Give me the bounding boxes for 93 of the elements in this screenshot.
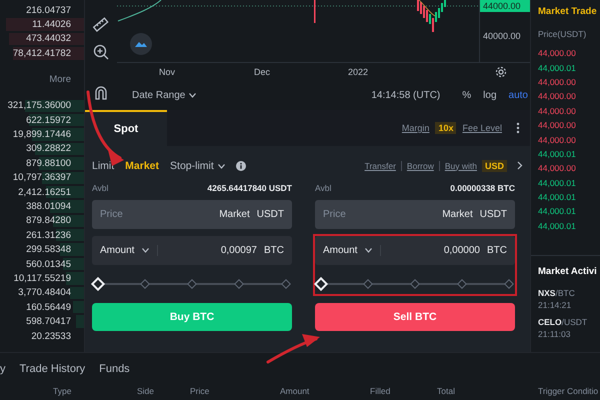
order-amount: 309.28822 — [26, 143, 71, 154]
column-header: Filled — [370, 386, 390, 396]
time-axis-label: Nov — [159, 67, 176, 77]
scale-option[interactable]: auto — [508, 90, 528, 101]
order-type-tab[interactable]: Stop-limit — [170, 160, 225, 172]
column-header: Price — [190, 386, 210, 396]
order-amount: 261.31236 — [26, 230, 71, 241]
trading-pair[interactable]: NXS/BTC — [538, 288, 575, 298]
caret-icon — [218, 164, 225, 168]
order-amount: 560.01345 — [26, 258, 71, 270]
settings-icon[interactable] — [495, 66, 507, 78]
trade-price: 44,000.00 — [538, 163, 576, 174]
activity-time: 21:11:03 — [538, 329, 570, 340]
caret-icon — [142, 248, 150, 253]
trade-price: 44,000.00 — [538, 120, 576, 130]
account-link[interactable]: Buy with — [444, 160, 477, 170]
order-amount: 10,797.36397 — [12, 172, 71, 184]
trade-price: 44,000.00 — [538, 134, 576, 145]
balance-value: 4265.64417840 USDT — [207, 183, 292, 193]
date-range-dropdown[interactable]: Date Range — [132, 90, 196, 101]
trade-price: 44,000.00 — [538, 106, 576, 116]
trading-pair[interactable]: CELO/USDT — [538, 317, 588, 328]
zoom-in-icon[interactable] — [92, 43, 110, 61]
account-link[interactable]: Fee Level — [462, 123, 502, 133]
trade-price: 44,000.01 — [538, 220, 576, 231]
chevron-right-icon[interactable] — [517, 161, 523, 170]
column-header: Total — [437, 386, 455, 396]
order-amount: 10,117.55219 — [14, 272, 71, 284]
column-header: Amount — [280, 386, 310, 396]
ruler-icon[interactable] — [92, 16, 110, 34]
trade-price: 44,000.00 — [538, 48, 576, 58]
trade-price: 44,000.01 — [538, 206, 576, 216]
price-axis-label: 40000.00 — [482, 30, 522, 42]
currency-badge: USD — [482, 160, 507, 172]
order-amount: 879.88100 — [26, 158, 71, 169]
history-tab[interactable]: Trade History — [20, 362, 86, 374]
account-link[interactable]: Transfer — [364, 160, 396, 170]
order-amount: 598.70417 — [26, 316, 71, 328]
column-header: Type — [53, 386, 72, 396]
column-header: Side — [137, 386, 154, 396]
order-amount: 388.01094 — [26, 200, 71, 212]
spot-tab[interactable]: Spot — [85, 110, 167, 146]
trade-price: 44,000.01 — [538, 178, 576, 188]
section-title: Market Activi — [538, 264, 598, 279]
history-tab[interactable]: y — [0, 362, 6, 374]
trade-price: 44,000.00 — [538, 91, 576, 102]
order-amount: 11.44026 — [32, 19, 71, 30]
time-axis-label: Dec — [254, 67, 270, 77]
scale-option[interactable]: % — [462, 90, 472, 101]
balance-value: 0.00000338 BTC — [450, 183, 515, 193]
clock-time: 14:14:58 (UTC) — [371, 90, 440, 101]
order-amount: 20.23533 — [31, 330, 71, 342]
chart-logo-icon — [130, 33, 152, 55]
order-amount: 473.44032 — [26, 33, 71, 44]
order-amount: 622.15972 — [26, 114, 71, 126]
amount-field[interactable]: Amount 0,00000 BTC — [315, 236, 515, 265]
account-link[interactable]: Borrow — [406, 160, 434, 170]
caret-icon — [365, 248, 372, 253]
order-amount: 321,175.36000 — [8, 100, 71, 112]
history-tab[interactable]: Funds — [99, 362, 130, 374]
price-field[interactable]: Price Market USDT — [92, 200, 292, 229]
arrow-annotation — [266, 334, 320, 364]
more-options-icon[interactable] — [516, 122, 520, 134]
time-axis-label: 2022 — [348, 67, 368, 77]
section-title: Market Trade — [538, 4, 598, 18]
order-amount: 78,412.41782 — [12, 48, 71, 59]
more-link[interactable]: More — [49, 74, 71, 86]
balance-label: Avbl — [92, 183, 108, 193]
column-header: Trigger Conditio — [538, 386, 598, 396]
current-price-tag: 44000.00 — [480, 0, 530, 12]
info-icon[interactable] — [236, 160, 246, 170]
balance-label: Avbl — [315, 183, 332, 193]
column-header: Price(USDT) — [538, 29, 586, 39]
account-link[interactable]: Margin — [402, 123, 430, 133]
order-amount: 216.04737 — [26, 4, 71, 16]
activity-time: 21:14:21 — [538, 300, 572, 310]
order-amount: 299.58348 — [26, 244, 71, 256]
order-amount: 19,899.17446 — [12, 129, 71, 140]
amount-field[interactable]: Amount 0,00097 BTC — [92, 236, 292, 265]
trade-price: 44,000.00 — [538, 76, 576, 87]
trade-price: 44,000.01 — [538, 192, 576, 202]
order-amount: 160.56449 — [26, 302, 71, 313]
price-field[interactable]: Price Market USDT — [315, 200, 515, 229]
order-amount: 879.84280 — [26, 215, 71, 226]
caret-icon — [189, 93, 196, 98]
sell-button[interactable]: Sell BTC — [315, 303, 515, 331]
trade-price: 44,000.01 — [538, 62, 576, 73]
order-amount: 3,770.48404 — [18, 287, 71, 298]
scale-option[interactable]: log — [483, 90, 497, 101]
trade-price: 44,000.01 — [538, 148, 576, 159]
order-type-tab[interactable]: Market — [125, 160, 160, 172]
leverage-badge: 10x — [435, 122, 456, 134]
order-amount: 2,412.16251 — [18, 186, 71, 198]
